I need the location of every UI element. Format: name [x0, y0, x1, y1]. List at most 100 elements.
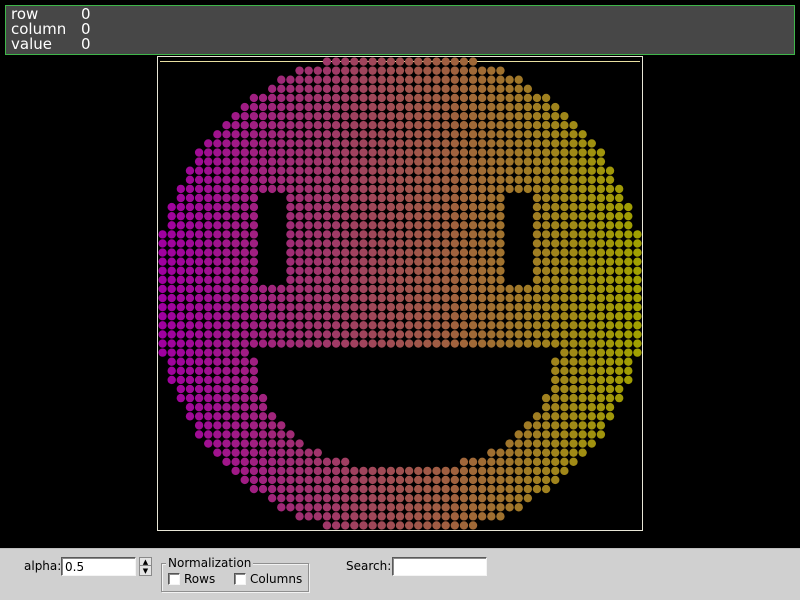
matrix-cell-dot[interactable] — [295, 257, 304, 266]
matrix-cell-dot[interactable] — [487, 266, 496, 275]
matrix-cell-dot[interactable] — [487, 339, 496, 348]
matrix-cell-dot[interactable] — [158, 293, 167, 303]
matrix-cell-dot[interactable] — [624, 312, 633, 321]
matrix-cell-dot[interactable] — [532, 175, 542, 184]
matrix-cell-dot[interactable] — [322, 466, 332, 476]
rows-checkbox[interactable] — [168, 573, 180, 585]
matrix-cell-dot[interactable] — [487, 139, 496, 148]
matrix-cell-dot[interactable] — [423, 321, 432, 330]
matrix-cell-dot[interactable] — [459, 457, 469, 466]
matrix-cell-dot[interactable] — [231, 212, 240, 221]
matrix-cell-dot[interactable] — [624, 221, 633, 230]
matrix-cell-dot[interactable] — [359, 130, 368, 139]
matrix-cell-dot[interactable] — [267, 130, 277, 139]
matrix-cell-dot[interactable] — [569, 366, 578, 375]
matrix-cell-dot[interactable] — [423, 239, 432, 248]
matrix-cell-dot[interactable] — [222, 330, 231, 339]
matrix-cell-dot[interactable] — [386, 312, 396, 321]
matrix-cell-dot[interactable] — [450, 111, 459, 121]
matrix-cell-dot[interactable] — [368, 84, 377, 94]
matrix-cell-dot[interactable] — [295, 184, 304, 194]
matrix-cell-dot[interactable] — [532, 230, 542, 239]
matrix-cell-dot[interactable] — [167, 257, 176, 266]
matrix-cell-dot[interactable] — [578, 448, 587, 457]
matrix-cell-dot[interactable] — [249, 230, 259, 239]
matrix-cell-dot[interactable] — [432, 330, 441, 339]
matrix-cell-dot[interactable] — [487, 75, 496, 84]
matrix-cell-dot[interactable] — [176, 202, 186, 212]
matrix-cell-dot[interactable] — [185, 239, 195, 248]
matrix-cell-dot[interactable] — [487, 503, 496, 512]
matrix-cell-dot[interactable] — [614, 266, 624, 275]
matrix-cell-dot[interactable] — [633, 293, 642, 303]
matrix-cell-dot[interactable] — [167, 302, 176, 312]
matrix-cell-dot[interactable] — [487, 230, 496, 239]
matrix-cell-dot[interactable] — [578, 230, 587, 239]
matrix-cell-dot[interactable] — [386, 139, 396, 148]
matrix-cell-dot[interactable] — [432, 521, 441, 530]
matrix-cell-dot[interactable] — [478, 84, 487, 94]
matrix-cell-dot[interactable] — [368, 148, 377, 157]
matrix-cell-dot[interactable] — [423, 111, 432, 121]
matrix-cell-dot[interactable] — [231, 457, 240, 466]
matrix-cell-dot[interactable] — [359, 202, 368, 212]
matrix-cell-dot[interactable] — [350, 184, 359, 194]
matrix-cell-dot[interactable] — [578, 148, 587, 157]
matrix-cell-dot[interactable] — [213, 339, 222, 348]
matrix-plot[interactable] — [157, 56, 643, 531]
matrix-cell-dot[interactable] — [249, 430, 259, 439]
matrix-cell-dot[interactable] — [404, 130, 414, 139]
matrix-cell-dot[interactable] — [605, 330, 615, 339]
matrix-cell-dot[interactable] — [578, 139, 587, 148]
matrix-cell-dot[interactable] — [295, 157, 304, 166]
matrix-cell-dot[interactable] — [377, 221, 386, 230]
matrix-cell-dot[interactable] — [277, 321, 286, 330]
matrix-cell-dot[interactable] — [304, 148, 313, 157]
matrix-cell-dot[interactable] — [395, 312, 405, 321]
matrix-cell-dot[interactable] — [496, 284, 505, 294]
matrix-cell-dot[interactable] — [423, 102, 432, 112]
matrix-cell-dot[interactable] — [450, 284, 459, 294]
matrix-cell-dot[interactable] — [267, 493, 277, 503]
matrix-cell-dot[interactable] — [578, 393, 587, 403]
matrix-cell-dot[interactable] — [322, 521, 332, 530]
matrix-cell-dot[interactable] — [432, 221, 441, 230]
matrix-cell-dot[interactable] — [596, 357, 606, 366]
matrix-cell-dot[interactable] — [386, 230, 396, 239]
matrix-cell-dot[interactable] — [505, 475, 514, 485]
matrix-cell-dot[interactable] — [523, 139, 533, 148]
matrix-cell-dot[interactable] — [441, 111, 450, 121]
matrix-cell-dot[interactable] — [377, 202, 386, 212]
matrix-cell-dot[interactable] — [395, 202, 405, 212]
matrix-cell-dot[interactable] — [304, 512, 313, 521]
matrix-cell-dot[interactable] — [194, 321, 204, 330]
matrix-cell-dot[interactable] — [286, 266, 295, 275]
matrix-cell-dot[interactable] — [240, 421, 249, 430]
matrix-cell-dot[interactable] — [551, 175, 560, 184]
matrix-cell-dot[interactable] — [331, 202, 341, 212]
matrix-cell-dot[interactable] — [487, 193, 496, 203]
matrix-cell-dot[interactable] — [167, 230, 176, 239]
spinner-down-icon[interactable]: ▼ — [140, 567, 151, 575]
matrix-cell-dot[interactable] — [404, 84, 414, 94]
matrix-cell-dot[interactable] — [258, 130, 268, 139]
matrix-cell-dot[interactable] — [459, 330, 469, 339]
matrix-cell-dot[interactable] — [441, 57, 450, 66]
matrix-cell-dot[interactable] — [185, 412, 195, 421]
matrix-cell-dot[interactable] — [532, 284, 542, 294]
matrix-cell-dot[interactable] — [213, 257, 222, 266]
matrix-cell-dot[interactable] — [441, 75, 450, 84]
matrix-cell-dot[interactable] — [249, 412, 259, 421]
matrix-cell-dot[interactable] — [368, 221, 377, 230]
matrix-cell-dot[interactable] — [331, 84, 341, 94]
matrix-cell-dot[interactable] — [331, 275, 341, 285]
matrix-cell-dot[interactable] — [459, 302, 469, 312]
matrix-cell-dot[interactable] — [605, 266, 615, 275]
matrix-cell-dot[interactable] — [596, 148, 606, 157]
matrix-cell-dot[interactable] — [478, 266, 487, 275]
matrix-cell-dot[interactable] — [240, 375, 249, 385]
matrix-cell-dot[interactable] — [341, 84, 350, 94]
matrix-cell-dot[interactable] — [322, 57, 332, 66]
matrix-cell-dot[interactable] — [487, 121, 496, 130]
matrix-cell-dot[interactable] — [450, 184, 459, 194]
